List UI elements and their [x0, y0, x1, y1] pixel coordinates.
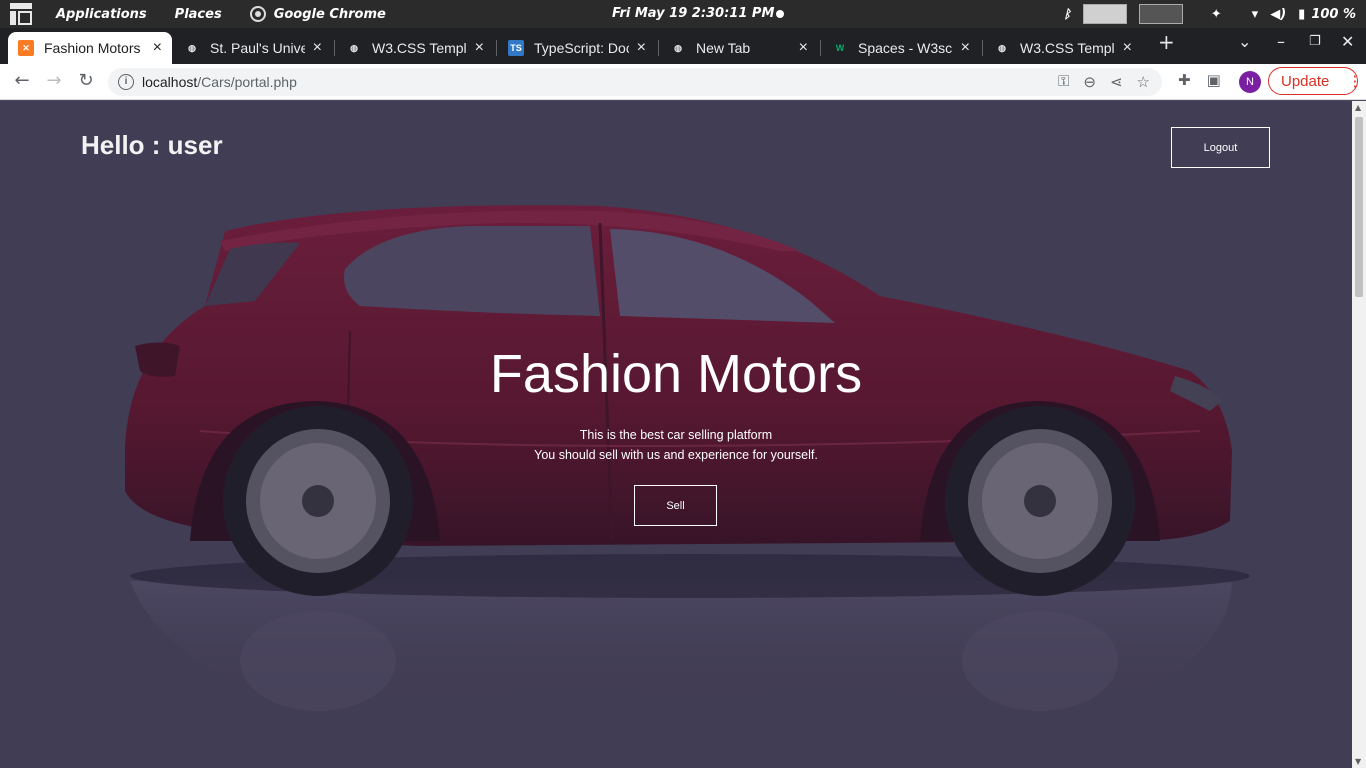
- hero-subtagline: You should sell with us and experience f…: [534, 448, 818, 462]
- restore-icon[interactable]: ❐: [1309, 34, 1321, 49]
- close-tab-icon[interactable]: ×: [1123, 39, 1132, 57]
- hero-tagline: This is the best car selling platform: [579, 428, 773, 442]
- key-icon[interactable]: ⚿: [1058, 73, 1069, 91]
- clock[interactable]: Fri May 19 2:30:11 PM: [612, 6, 774, 21]
- globe-icon: ◍: [998, 42, 1006, 53]
- zoom-icon[interactable]: ⊖: [1083, 73, 1096, 91]
- active-app-menu[interactable]: Google Chrome: [249, 6, 386, 22]
- extension-area: ✚ ▣: [1178, 71, 1221, 89]
- applications-menu[interactable]: Applications: [56, 7, 147, 22]
- hero-title: Fashion Motors: [489, 344, 863, 404]
- site-info-icon[interactable]: i: [118, 74, 134, 90]
- url-host: localhost: [142, 74, 198, 90]
- close-tab-icon[interactable]: ×: [799, 39, 808, 57]
- tab-strip: ✕ Fashion Motors × ◍ St. Paul's Universi…: [0, 28, 1366, 64]
- share-icon[interactable]: ⋖: [1110, 73, 1123, 91]
- profile-avatar[interactable]: N: [1239, 71, 1261, 93]
- scroll-thumb[interactable]: [1355, 117, 1363, 297]
- close-tab-icon[interactable]: ×: [475, 39, 484, 57]
- update-button[interactable]: Update ⋮: [1268, 67, 1362, 95]
- notification-dot: [776, 10, 784, 18]
- scroll-down-icon[interactable]: ▼: [1355, 757, 1361, 766]
- close-window-icon[interactable]: ✕: [1341, 32, 1354, 51]
- system-tray: ᛒ ✦ ▾ ◀) ▮ 100 %: [1052, 0, 1366, 28]
- tab-title: W3.CSS Templates: [372, 40, 467, 56]
- page-content: Hello : user Logout Fashion Motors This …: [0, 101, 1352, 768]
- tab-title: TypeScript: Documentation: [534, 40, 629, 56]
- new-tab-icon[interactable]: +: [1158, 30, 1175, 54]
- update-label: Update: [1281, 72, 1330, 90]
- accessibility-icon[interactable]: ✦: [1211, 7, 1222, 22]
- battery-icon[interactable]: ▮: [1298, 7, 1305, 22]
- forward-icon[interactable]: →: [42, 70, 66, 94]
- tab-search-icon[interactable]: ⌄: [1238, 32, 1251, 51]
- applications-menu-icon[interactable]: [10, 3, 32, 25]
- tab-title: W3.CSS Templates: [1020, 40, 1115, 56]
- tab-separator: [334, 40, 335, 56]
- tab-title: St. Paul's University: [210, 40, 305, 56]
- greeting: Hello : user: [81, 130, 223, 160]
- kebab-menu-icon[interactable]: ⋮: [1347, 72, 1362, 90]
- close-tab-icon[interactable]: ×: [153, 39, 162, 57]
- page-scrollbar[interactable]: ▲ ▼: [1352, 101, 1366, 768]
- reload-icon[interactable]: ↻: [74, 70, 98, 94]
- tab-fashion-motors[interactable]: ✕ Fashion Motors ×: [8, 32, 172, 64]
- w3spaces-icon: W: [835, 43, 845, 53]
- tab-title: Fashion Motors: [44, 40, 141, 56]
- globe-icon: ◍: [350, 42, 358, 53]
- tab-new-tab[interactable]: ◍ New Tab ×: [660, 32, 818, 64]
- chrome-icon: ◍: [674, 42, 682, 53]
- minimize-icon[interactable]: –: [1277, 32, 1285, 51]
- tab-w3css-templates[interactable]: ◍ W3.CSS Templates ×: [336, 32, 494, 64]
- logout-button[interactable]: Logout: [1171, 127, 1270, 168]
- scroll-up-icon[interactable]: ▲: [1355, 103, 1361, 112]
- address-bar[interactable]: i localhost/Cars/portal.php ⚿ ⊖ ⋖ ☆: [108, 68, 1162, 96]
- url-path: /Cars/portal.php: [197, 74, 297, 90]
- places-menu[interactable]: Places: [175, 7, 222, 22]
- tab-separator: [820, 40, 821, 56]
- volume-icon[interactable]: ◀): [1270, 7, 1286, 22]
- tab-title: New Tab: [696, 40, 751, 56]
- tab-spaces-w3schools[interactable]: W Spaces - W3schools ×: [822, 32, 980, 64]
- wifi-icon[interactable]: ▾: [1252, 7, 1259, 22]
- close-tab-icon[interactable]: ×: [313, 39, 322, 57]
- workspace-1[interactable]: [1082, 4, 1127, 24]
- browser-toolbar: ← → ↻ i localhost/Cars/portal.php ⚿ ⊖ ⋖ …: [0, 64, 1366, 100]
- xampp-icon: ✕: [18, 40, 34, 56]
- close-tab-icon[interactable]: ×: [637, 39, 646, 57]
- bluetooth-icon[interactable]: ᛒ: [1064, 7, 1071, 21]
- workspace-2[interactable]: [1138, 4, 1183, 24]
- tab-w3css-templates-2[interactable]: ◍ W3.CSS Templates ×: [984, 32, 1142, 64]
- side-panel-icon[interactable]: ▣: [1207, 71, 1221, 89]
- tab-separator: [496, 40, 497, 56]
- tab-title: Spaces - W3schools: [858, 40, 953, 56]
- back-icon[interactable]: ←: [10, 70, 34, 94]
- tab-st-pauls[interactable]: ◍ St. Paul's University ×: [174, 32, 332, 64]
- system-top-bar: Applications Places Google Chrome Fri Ma…: [0, 0, 1366, 28]
- close-tab-icon[interactable]: ×: [961, 39, 970, 57]
- active-app-label: Google Chrome: [273, 6, 386, 22]
- chrome-icon: [249, 6, 266, 22]
- sell-button[interactable]: Sell: [634, 485, 717, 526]
- globe-icon: ◍: [188, 42, 196, 53]
- bookmark-star-icon[interactable]: ☆: [1137, 73, 1150, 91]
- extensions-puzzle-icon[interactable]: ✚: [1178, 71, 1191, 89]
- ts-icon: TS: [508, 40, 524, 56]
- battery-percent: 100 %: [1311, 6, 1356, 22]
- tab-separator: [658, 40, 659, 56]
- tab-separator: [982, 40, 983, 56]
- tab-typescript[interactable]: TS TypeScript: Documentation ×: [498, 32, 656, 64]
